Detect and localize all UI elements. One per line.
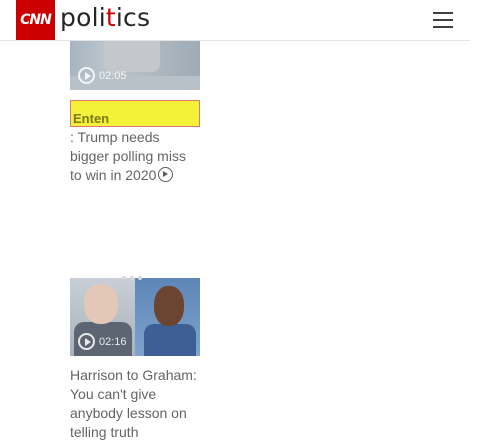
loading-dots [122,276,142,280]
video-duration: 02:16 [99,335,127,348]
video-headline-link[interactable]: : Trump needs bigger polling miss to win… [70,128,200,185]
headline-highlighted-word: Enten [73,111,110,126]
highlight-overlay: Enten [70,100,200,127]
play-icon [78,333,95,350]
hamburger-menu-icon[interactable] [433,12,453,28]
video-duration: 02:05 [99,69,127,82]
cnn-logo-text: CNN [20,12,52,28]
section-title[interactable]: politics [60,3,150,32]
video-headline-block[interactable]: : Trump needs bigger polling miss to win… [70,128,200,185]
cnn-logo[interactable]: CNN [16,0,55,40]
play-icon [78,67,95,84]
video-play-overlay[interactable]: 02:05 [78,67,127,84]
video-headline-link[interactable]: Harrison to Graham: You can't give anybo… [70,366,200,442]
play-icon [158,167,174,182]
video-card[interactable]: 02:16 Harrison to Graham: You can't give… [70,278,200,442]
video-play-overlay[interactable]: 02:16 [78,333,127,350]
site-header: CNN politics [0,0,470,41]
video-thumbnail[interactable]: 02:16 [70,278,200,356]
